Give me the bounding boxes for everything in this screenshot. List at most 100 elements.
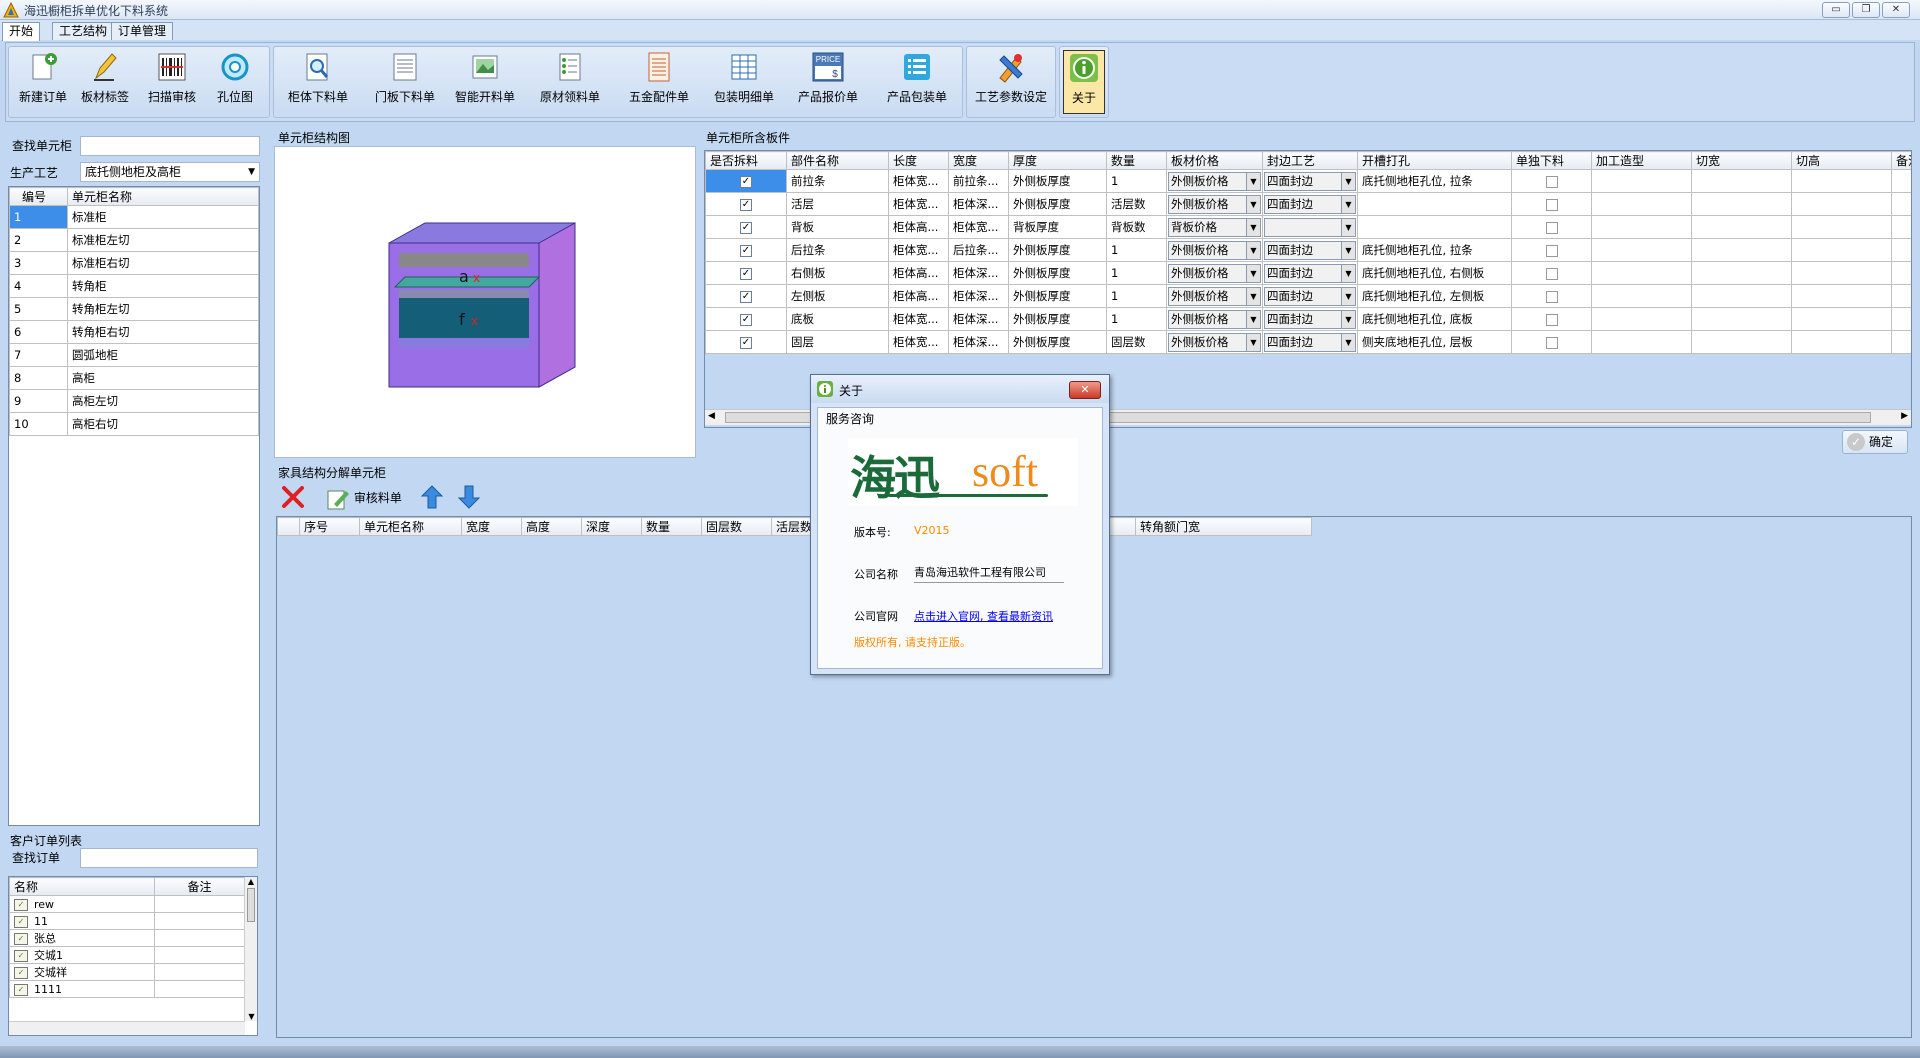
- separate-checkbox[interactable]: [1545, 175, 1558, 188]
- cell-edge[interactable]: 四面封边 ▼: [1262, 284, 1358, 308]
- separate-checkbox[interactable]: [1545, 290, 1558, 303]
- separate-checkbox[interactable]: [1545, 198, 1558, 211]
- column-header[interactable]: 高度: [521, 517, 582, 536]
- minimize-button[interactable]: ▭: [1822, 2, 1850, 18]
- column-header[interactable]: 开槽打孔: [1357, 151, 1512, 170]
- list-item[interactable]: 9 高柜左切: [9, 389, 259, 413]
- column-header[interactable]: 切宽: [1691, 151, 1792, 170]
- column-header[interactable]: 厚度: [1008, 151, 1107, 170]
- cabinet-cut-list-button[interactable]: 柜体下料单: [282, 50, 354, 114]
- table-row[interactable]: ✓ 背板 柜体高... 柜体宽... 背板厚度 背板数 背板价格 ▼ ▼: [705, 215, 1911, 239]
- edge-dropdown[interactable]: 四面封边 ▼: [1264, 332, 1356, 352]
- cell-price[interactable]: 外侧板价格 ▼: [1166, 307, 1263, 331]
- price-dropdown[interactable]: 外侧板价格 ▼: [1168, 171, 1261, 191]
- list-item[interactable]: ✓ 交城1: [9, 946, 245, 964]
- price-dropdown[interactable]: 外侧板价格 ▼: [1168, 194, 1261, 214]
- list-item[interactable]: 10 高柜右切: [9, 412, 259, 436]
- split-checkbox[interactable]: ✓: [740, 267, 752, 280]
- list-item[interactable]: 4 转角柜: [9, 274, 259, 298]
- separate-checkbox[interactable]: [1545, 336, 1558, 349]
- list-item[interactable]: 2 标准柜左切: [9, 228, 259, 252]
- list-item[interactable]: 1 标准柜: [9, 205, 259, 229]
- order-search-input[interactable]: [80, 848, 258, 868]
- table-row[interactable]: ✓ 固层 柜体宽... 柜体深... 外侧板厚度 固层数 外侧板价格 ▼ 四面封边 ▼ 侧夹底地柜孔…: [705, 330, 1911, 354]
- separate-checkbox[interactable]: [1545, 313, 1558, 326]
- scan-review-button[interactable]: 扫描审核: [142, 50, 202, 114]
- column-header[interactable]: 加工造型: [1591, 151, 1692, 170]
- order-hscroll[interactable]: [9, 1021, 245, 1035]
- separate-checkbox[interactable]: [1545, 221, 1558, 234]
- cell-edge[interactable]: ▼: [1262, 215, 1358, 239]
- list-item[interactable]: 8 高柜: [9, 366, 259, 390]
- cell-edge[interactable]: 四面封边 ▼: [1262, 169, 1358, 193]
- tab-process-structure[interactable]: 工艺结构: [52, 22, 115, 40]
- split-checkbox[interactable]: ✓: [740, 336, 752, 349]
- hardware-list-button[interactable]: 五金配件单: [622, 50, 696, 114]
- smart-cut-list-button[interactable]: 智能开料单: [452, 50, 518, 114]
- price-dropdown[interactable]: 外侧板价格 ▼: [1168, 263, 1261, 283]
- new-order-button[interactable]: 新建订单: [14, 50, 72, 114]
- split-checkbox[interactable]: ✓: [740, 198, 752, 211]
- cell-edge[interactable]: 四面封边 ▼: [1262, 307, 1358, 331]
- edge-dropdown[interactable]: 四面封边 ▼: [1264, 263, 1356, 283]
- list-item[interactable]: ✓ 交城祥: [9, 963, 245, 981]
- split-cell[interactable]: ✓: [705, 169, 787, 193]
- column-header[interactable]: 板材价格: [1166, 151, 1263, 170]
- separate-cell[interactable]: [1511, 238, 1592, 262]
- edge-dropdown[interactable]: 四面封边 ▼: [1264, 286, 1356, 306]
- table-row[interactable]: ✓ 前拉条 柜体宽... 前拉条... 外侧板厚度 1 外侧板价格 ▼ 四面封边 ▼ 底托侧地柜孔位…: [705, 169, 1911, 193]
- split-cell[interactable]: ✓: [705, 215, 787, 239]
- column-header[interactable]: 固层数: [701, 517, 772, 536]
- split-checkbox[interactable]: ✓: [740, 175, 752, 188]
- restore-button[interactable]: ❐: [1852, 2, 1880, 18]
- column-header[interactable]: 转角额门宽: [1135, 517, 1312, 536]
- cell-price[interactable]: 外侧板价格 ▼: [1166, 238, 1263, 262]
- table-row[interactable]: ✓ 后拉条 柜体宽... 后拉条... 外侧板厚度 1 外侧板价格 ▼ 四面封边 ▼ 底托侧地柜孔位…: [705, 238, 1911, 262]
- confirm-button[interactable]: ✓ 确定: [1842, 430, 1908, 454]
- column-header[interactable]: 是否拆料: [705, 151, 787, 170]
- close-button[interactable]: ✕: [1882, 2, 1910, 18]
- tab-order-management[interactable]: 订单管理: [111, 22, 174, 40]
- cell-price[interactable]: 外侧板价格 ▼: [1166, 169, 1263, 193]
- split-cell[interactable]: ✓: [705, 307, 787, 331]
- list-item[interactable]: 5 转角柜左切: [9, 297, 259, 321]
- cell-edge[interactable]: 四面封边 ▼: [1262, 330, 1358, 354]
- column-header[interactable]: 名称: [9, 877, 155, 896]
- column-header[interactable]: 深度: [581, 517, 642, 536]
- cell-price[interactable]: 外侧板价格 ▼: [1166, 330, 1263, 354]
- column-header[interactable]: 单元柜名称: [67, 187, 259, 206]
- split-cell[interactable]: ✓: [705, 261, 787, 285]
- column-header[interactable]: 封边工艺: [1262, 151, 1358, 170]
- column-header[interactable]: 单元柜名称: [359, 517, 462, 536]
- order-list[interactable]: 名称 备注 ✓ rew ✓ 11 ✓ 张总 ✓ 交城1 ✓ 交城祥 ✓ 1111 ▲ ▼: [8, 876, 258, 1036]
- separate-cell[interactable]: [1511, 169, 1592, 193]
- split-checkbox[interactable]: ✓: [740, 290, 752, 303]
- table-row[interactable]: ✓ 右侧板 柜体高... 柜体深... 外侧板厚度 1 外侧板价格 ▼ 四面封边 ▼ 底托侧地柜孔位…: [705, 261, 1911, 285]
- process-select[interactable]: 底托侧地柜及高柜 ▼: [80, 162, 260, 182]
- column-header[interactable]: 部件名称: [786, 151, 889, 170]
- price-dropdown[interactable]: 背板价格 ▼: [1168, 217, 1261, 237]
- price-dropdown[interactable]: 外侧板价格 ▼: [1168, 286, 1261, 306]
- list-item[interactable]: 3 标准柜右切: [9, 251, 259, 275]
- split-cell[interactable]: ✓: [705, 238, 787, 262]
- cell-price[interactable]: 背板价格 ▼: [1166, 215, 1263, 239]
- order-vscroll[interactable]: ▲ ▼: [244, 877, 257, 1021]
- list-item[interactable]: ✓ 11: [9, 912, 245, 930]
- separate-cell[interactable]: [1511, 215, 1592, 239]
- column-header[interactable]: 备注: [154, 877, 245, 896]
- split-checkbox[interactable]: ✓: [740, 244, 752, 257]
- column-header[interactable]: 编号: [9, 187, 68, 206]
- edge-dropdown[interactable]: ▼: [1264, 217, 1356, 237]
- list-item[interactable]: ✓ rew: [9, 895, 245, 913]
- separate-checkbox[interactable]: [1545, 267, 1558, 280]
- review-list-button[interactable]: 审核料单: [326, 486, 402, 510]
- price-dropdown[interactable]: 外侧板价格 ▼: [1168, 309, 1261, 329]
- list-item[interactable]: 7 圆弧地柜: [9, 343, 259, 367]
- product-package-button[interactable]: 产品包装单: [878, 50, 956, 114]
- cabinet-list[interactable]: 编号 单元柜名称 1 标准柜 2 标准柜左切 3 标准柜右切 4 转角柜 5 转角柜左切 6 转角柜右切…: [8, 186, 260, 826]
- separate-cell[interactable]: [1511, 261, 1592, 285]
- separate-cell[interactable]: [1511, 284, 1592, 308]
- cell-price[interactable]: 外侧板价格 ▼: [1166, 192, 1263, 216]
- cell-price[interactable]: 外侧板价格 ▼: [1166, 261, 1263, 285]
- column-header[interactable]: 数量: [641, 517, 702, 536]
